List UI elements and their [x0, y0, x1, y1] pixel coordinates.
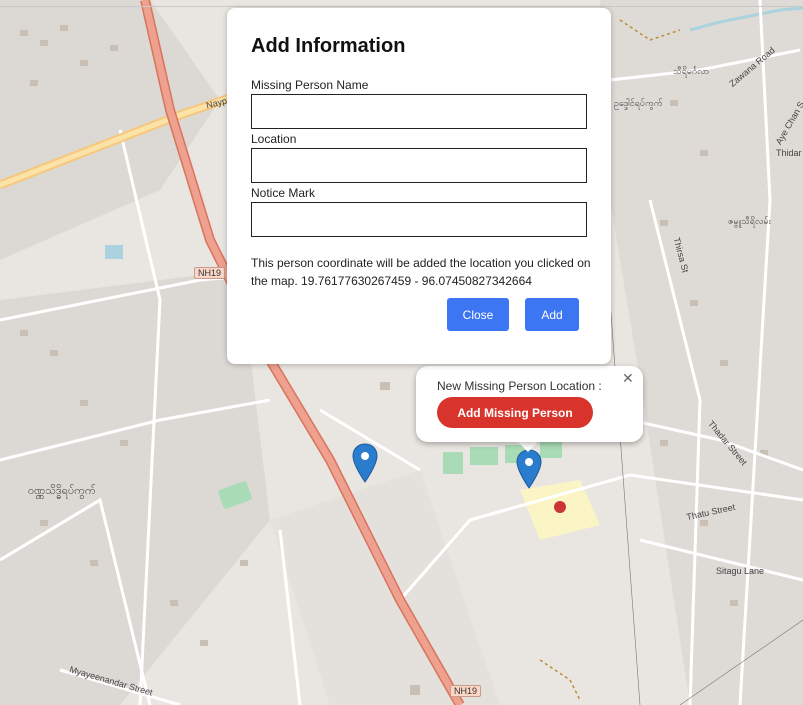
add-button[interactable]: Add: [525, 298, 579, 331]
place-label-ward-left: ဝဏ္ဏသိဒ္ဓိရပ်ကွက်: [28, 485, 96, 497]
map-marker-existing[interactable]: [352, 443, 378, 483]
place-label-ward-top: ဥဒ္ဒေါင်ရပ်ကွက်: [614, 98, 663, 108]
add-missing-person-button[interactable]: Add Missing Person: [437, 397, 593, 428]
missing-person-name-label: Missing Person Name: [251, 78, 369, 92]
nh19-shield-upper: NH19: [194, 267, 226, 279]
nh19-shield-lower: NH19: [450, 685, 482, 697]
add-information-modal: Add Information Missing Person Name Loca…: [227, 8, 611, 364]
coordinate-note: This person coordinate will be added the…: [251, 256, 591, 288]
road-label-sitagu-lane: Sitagu Lane: [716, 566, 765, 576]
place-label-street-right: ဇမ္ဗူသီရိလမ်း: [728, 216, 771, 226]
close-button[interactable]: Close: [447, 298, 509, 331]
location-input[interactable]: [251, 148, 587, 183]
modal-title: Add Information: [251, 35, 406, 57]
popup-close-icon[interactable]: ✕: [622, 370, 634, 387]
top-divider: [0, 6, 803, 7]
missing-person-name-input[interactable]: [251, 94, 587, 129]
notice-mark-input[interactable]: [251, 202, 587, 237]
popup-tip: [517, 441, 539, 452]
place-label-ward-mid: သီရိမင်္ဂလာ: [673, 66, 710, 76]
location-popup: New Missing Person Location : ✕ Add Miss…: [416, 366, 643, 442]
map-marker-new[interactable]: [516, 449, 542, 489]
notice-mark-label: Notice Mark: [251, 186, 316, 200]
popup-text: New Missing Person Location :: [437, 379, 602, 393]
location-label: Location: [251, 132, 297, 146]
road-label-thidar: Thidar: [776, 148, 802, 158]
